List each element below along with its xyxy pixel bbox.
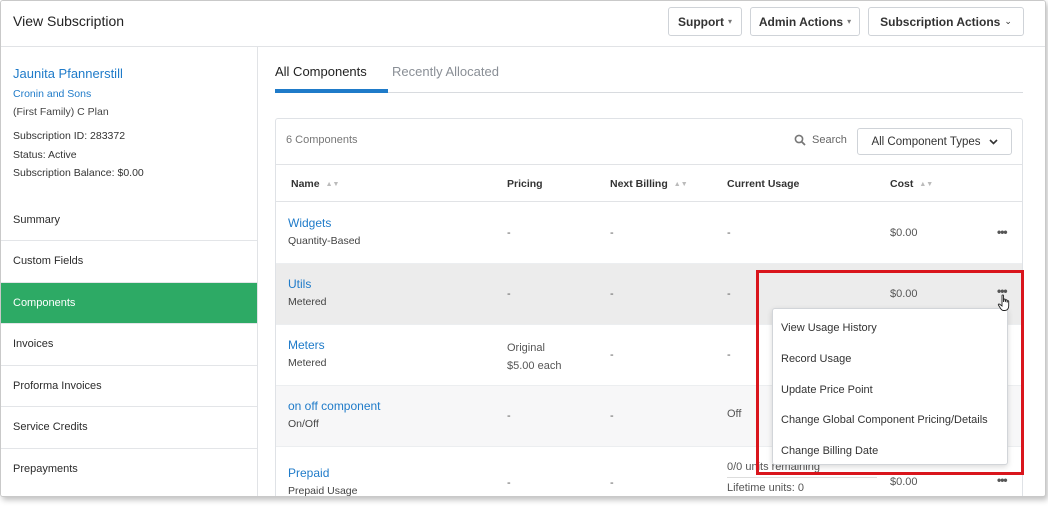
search-button[interactable]: Search — [794, 134, 847, 146]
cost-cell: $0.00 — [890, 227, 918, 239]
chevron-down-icon: ⌄ — [1004, 16, 1012, 26]
sidebar-item-invoices[interactable]: Invoices — [1, 323, 257, 365]
component-name-cell: Widgets Quantity-Based — [288, 216, 360, 247]
usage-cell: - — [727, 349, 731, 361]
usage-cell: Off — [727, 408, 742, 420]
sidebar-nav: Summary Custom Fields Components Invoice… — [1, 199, 257, 489]
hand-cursor-icon — [997, 294, 1010, 311]
table-header: Name ▲▼ Pricing Next Billing ▲▼ Current Us… — [276, 165, 1022, 202]
pricing-cell: Original $5.00 each — [507, 339, 561, 375]
component-type-value: All Component Types — [871, 135, 981, 148]
tab-recently-allocated[interactable]: Recently Allocated — [392, 64, 499, 79]
top-bar: View Subscription Support ▾ Admin Action… — [1, 1, 1045, 47]
active-tab-indicator — [275, 89, 388, 93]
component-type: On/Off — [288, 418, 319, 430]
sidebar-item-proforma-invoices[interactable]: Proforma Invoices — [1, 364, 257, 407]
component-type: Metered — [288, 357, 327, 369]
menu-item-update-price-point[interactable]: Update Price Point — [773, 374, 1007, 405]
subscription-status: Status: Active — [13, 149, 77, 161]
chevron-down-icon: ▾ — [847, 17, 852, 26]
plan-name: (First Family) C Plan — [13, 106, 109, 118]
component-link[interactable]: Widgets — [288, 216, 360, 230]
components-card-header: 6 Components Search All Component Types — [276, 119, 1022, 165]
menu-item-change-global-pricing[interactable]: Change Global Component Pricing/Details — [773, 405, 1007, 436]
tab-all-components[interactable]: All Components — [275, 64, 367, 79]
admin-actions-label: Admin Actions — [758, 14, 844, 29]
column-name-header[interactable]: Name ▲▼ — [291, 178, 339, 190]
sidebar-item-summary[interactable]: Summary — [1, 199, 257, 240]
next-billing-cell: - — [610, 227, 614, 239]
support-label: Support — [677, 14, 724, 29]
more-actions-icon[interactable]: ••• — [997, 473, 1008, 487]
column-pricing-header: Pricing — [507, 178, 543, 190]
column-label: Current Usage — [727, 178, 800, 190]
component-link[interactable]: on off component — [288, 399, 381, 413]
customer-name-link[interactable]: Jaunita Pfannerstill — [13, 66, 123, 81]
component-type-select[interactable]: All Component Types — [857, 128, 1012, 155]
menu-item-change-billing-date[interactable]: Change Billing Date — [773, 436, 1007, 467]
component-type: Metered — [288, 296, 327, 308]
organization-link[interactable]: Cronin and Sons — [13, 88, 91, 100]
component-link[interactable]: Meters — [288, 338, 327, 352]
component-name-cell: Prepaid Prepaid Usage — [288, 466, 358, 497]
app-window: View Subscription Support ▾ Admin Action… — [0, 0, 1046, 497]
chevron-down-icon: ▾ — [727, 17, 732, 26]
component-tabs: All Components Recently Allocated — [275, 47, 1023, 93]
admin-actions-button[interactable]: Admin Actions ▾ — [750, 7, 860, 36]
row-actions-menu: View Usage History Record Usage Update P… — [772, 308, 1008, 465]
subscription-actions-button[interactable]: Subscription Actions ⌄ — [868, 7, 1024, 36]
column-label: Pricing — [507, 178, 543, 190]
column-cost-header[interactable]: Cost ▲▼ — [890, 178, 933, 190]
subscription-balance: Subscription Balance: $0.00 — [13, 167, 144, 179]
sort-icon: ▲▼ — [919, 180, 934, 188]
search-icon — [794, 134, 806, 146]
component-type: Quantity-Based — [288, 235, 361, 247]
cost-cell: $0.00 — [890, 288, 918, 300]
support-button[interactable]: Support ▾ — [668, 7, 742, 36]
sort-icon: ▲▼ — [673, 180, 688, 188]
pricing-cell: - — [507, 410, 511, 422]
component-name-cell: Utils Metered — [288, 277, 327, 308]
page-title: View Subscription — [13, 13, 125, 29]
column-label: Next Billing — [610, 178, 668, 190]
next-billing-cell: - — [610, 349, 614, 361]
subscription-actions-label: Subscription Actions — [880, 14, 1001, 29]
next-billing-cell: - — [610, 410, 614, 422]
column-current-usage-header: Current Usage — [727, 178, 799, 190]
pricing-cell: - — [507, 477, 511, 489]
next-billing-cell: - — [610, 477, 614, 489]
sidebar-item-custom-fields[interactable]: Custom Fields — [1, 240, 257, 282]
component-type: Prepaid Usage — [288, 485, 358, 497]
column-label: Name — [291, 178, 320, 190]
menu-item-record-usage[interactable]: Record Usage — [773, 344, 1007, 375]
component-count: 6 Components — [286, 134, 358, 146]
sidebar-item-prepayments[interactable]: Prepayments — [1, 447, 257, 490]
sidebar-item-components[interactable]: Components — [1, 281, 257, 323]
component-link[interactable]: Utils — [288, 277, 327, 291]
price-point: Original — [507, 342, 545, 354]
subscription-id: Subscription ID: 283372 — [13, 130, 126, 142]
more-actions-icon[interactable]: ••• — [997, 225, 1008, 239]
component-name-cell: on off component On/Off — [288, 399, 381, 430]
pricing-cell: - — [507, 288, 511, 300]
lifetime-units: Lifetime units: 0 — [727, 477, 877, 494]
cost-cell: $0.00 — [890, 476, 918, 488]
usage-cell: - — [727, 288, 731, 300]
component-link[interactable]: Prepaid — [288, 466, 357, 480]
sort-icon: ▲▼ — [325, 180, 340, 188]
search-label: Search — [812, 134, 847, 146]
pricing-cell: - — [507, 227, 511, 239]
column-label: Cost — [890, 178, 914, 190]
component-name-cell: Meters Metered — [288, 338, 327, 369]
menu-item-view-usage-history[interactable]: View Usage History — [773, 313, 1007, 344]
table-row: Widgets Quantity-Based - - - $0.00 ••• — [276, 203, 1022, 264]
unit-price: $5.00 each — [507, 360, 562, 372]
sidebar-item-service-credits[interactable]: Service Credits — [1, 406, 257, 448]
column-next-billing-header[interactable]: Next Billing ▲▼ — [610, 178, 688, 190]
sidebar: Jaunita Pfannerstill Cronin and Sons (Fi… — [1, 47, 258, 496]
usage-cell: - — [727, 227, 731, 239]
chevron-down-icon — [988, 138, 998, 145]
next-billing-cell: - — [610, 288, 614, 300]
